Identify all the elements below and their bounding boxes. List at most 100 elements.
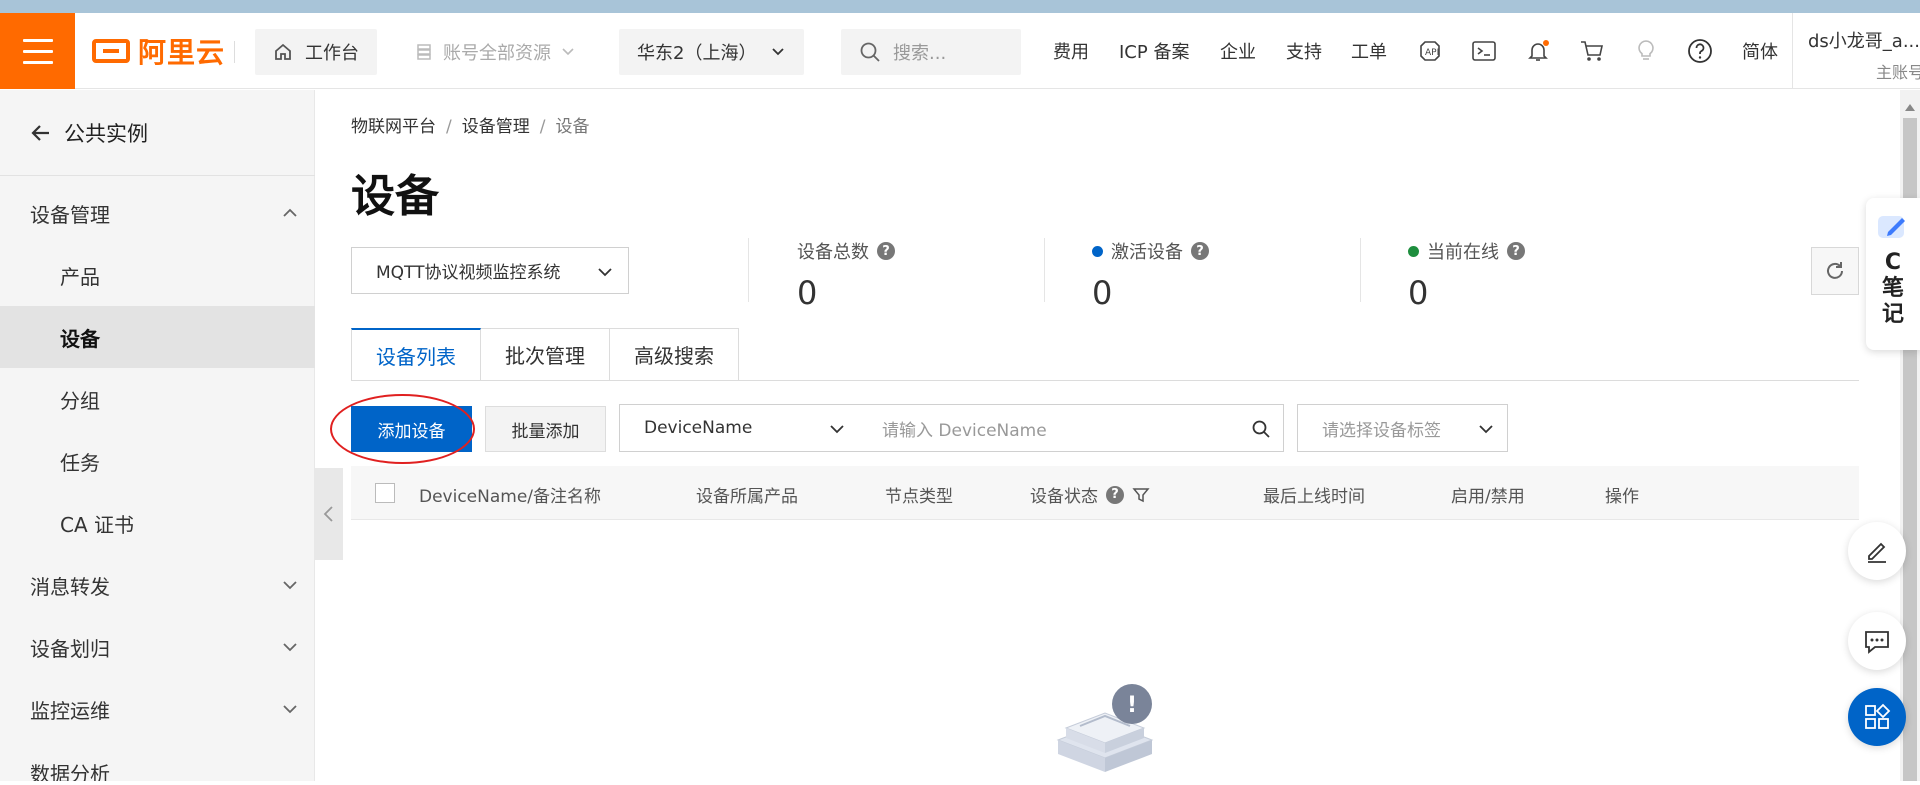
sidebar-item-device[interactable]: 设备: [0, 306, 315, 368]
brand-name: 阿里云: [138, 36, 226, 69]
notes-widget[interactable]: C 笔 记: [1866, 198, 1920, 350]
column-header-node-type: 节点类型: [885, 487, 953, 507]
refresh-icon: [1827, 262, 1843, 279]
sidebar-item-group[interactable]: 分组: [0, 368, 315, 430]
divider: [1792, 13, 1793, 89]
region-label: 华东2（上海）: [637, 43, 757, 64]
sidebar-item-label: 产品: [60, 264, 100, 289]
device-search-input[interactable]: 请输入 DeviceName: [858, 404, 1284, 452]
divider: [748, 238, 749, 302]
sidebar-item-product[interactable]: 产品: [0, 244, 315, 306]
select-all-checkbox[interactable]: [375, 483, 395, 503]
chevron-down-icon: [283, 643, 297, 652]
sidebar-item-ca-cert[interactable]: CA 证书: [0, 492, 315, 554]
chevron-left-icon: [323, 506, 333, 522]
stat-label: 激活设备: [1111, 242, 1183, 263]
help-tooltip-icon[interactable]: ?: [1106, 485, 1124, 504]
chat-floating-button[interactable]: [1848, 612, 1906, 670]
sidebar-group-device-assignment[interactable]: 设备划归: [0, 616, 315, 678]
search-icon[interactable]: [1251, 419, 1271, 439]
workbench-label: 工作台: [305, 43, 359, 64]
sidebar-group-label: 监控运维: [30, 698, 110, 723]
filter-icon[interactable]: [1132, 486, 1150, 504]
region-select[interactable]: 华东2（上海）: [619, 29, 804, 75]
language-switch[interactable]: 简体: [1742, 38, 1778, 64]
tabs: 设备列表 批次管理 高级搜索: [351, 328, 739, 381]
top-header: 阿里云 工作台 账号全部资源 华东2（上海） 搜索... 费用 ICP 备案 企…: [0, 13, 1920, 89]
notes-widget-text: 记: [1881, 302, 1904, 327]
edit-pen-icon: [1868, 542, 1886, 563]
breadcrumb-separator: /: [446, 117, 452, 137]
menu-bar-icon: [22, 49, 53, 53]
sidebar-collapse-toggle[interactable]: [315, 468, 343, 560]
add-device-button[interactable]: 添加设备: [351, 406, 472, 452]
apps-floating-button[interactable]: [1848, 688, 1906, 746]
sidebar-group-label: 消息转发: [30, 574, 110, 599]
stat-label: 当前在线: [1427, 242, 1499, 263]
breadcrumb-separator: /: [539, 117, 546, 137]
column-header-actions: 操作: [1605, 487, 1639, 507]
back-to-public-instance[interactable]: 公共实例: [0, 90, 315, 176]
sidebar-group-device-management[interactable]: 设备管理: [0, 182, 315, 244]
product-select[interactable]: MQTT协议视频监控系统: [351, 247, 629, 294]
chevron-down-icon: [830, 425, 844, 434]
nav-enterprise[interactable]: 企业: [1220, 38, 1256, 64]
column-header-devicename: DeviceName/备注名称: [419, 487, 602, 507]
device-tag-select[interactable]: 请选择设备标签: [1297, 404, 1508, 452]
stat-value: 0: [1408, 274, 1429, 312]
stat-online-devices: 当前在线? 0: [1408, 238, 1525, 312]
sidebar: 公共实例 设备管理 产品 设备 分组 任务 CA 证书 消息转发 设备划归 监控…: [0, 90, 315, 781]
stat-value: 0: [797, 274, 818, 312]
sidebar-group-label: 设备划归: [30, 636, 110, 661]
shopping-cart-icon[interactable]: [1577, 36, 1607, 66]
note-pen-icon: [1878, 216, 1905, 238]
help-icon[interactable]: [1685, 36, 1715, 66]
tab-batch-management[interactable]: 批次管理: [481, 328, 610, 381]
lightbulb-icon[interactable]: [1631, 36, 1661, 66]
notification-bell-icon[interactable]: [1523, 36, 1553, 66]
workbench-button[interactable]: 工作台: [255, 29, 377, 75]
search-type-select[interactable]: DeviceName: [619, 404, 859, 452]
hamburger-menu-button[interactable]: [0, 13, 75, 89]
column-header-label: 设备状态: [1030, 487, 1098, 507]
help-tooltip-icon[interactable]: ?: [1191, 242, 1209, 260]
tag-select-placeholder: 请选择设备标签: [1322, 420, 1441, 441]
api-icon[interactable]: API: [1415, 36, 1445, 66]
terminal-icon[interactable]: [1469, 36, 1499, 66]
search-input-placeholder: 请输入 DeviceName: [882, 420, 1047, 441]
edit-floating-button[interactable]: [1848, 522, 1906, 580]
refresh-button[interactable]: [1811, 247, 1859, 295]
user-name: ds小龙哥_a...: [1808, 31, 1920, 52]
column-header-last-online: 最后上线时间: [1263, 487, 1365, 507]
divider: [1044, 238, 1045, 302]
chevron-down-icon: [562, 48, 574, 56]
sidebar-group-data-analysis[interactable]: 数据分析: [0, 740, 315, 781]
aliyun-logo[interactable]: 阿里云: [92, 35, 225, 69]
sidebar-item-task[interactable]: 任务: [0, 430, 315, 492]
global-search-input[interactable]: 搜索...: [841, 29, 1021, 75]
tab-device-list[interactable]: 设备列表: [351, 328, 481, 381]
breadcrumb-iot-platform[interactable]: 物联网平台: [351, 117, 436, 137]
tab-underline: [351, 380, 1859, 381]
nav-support[interactable]: 支持: [1286, 38, 1322, 64]
help-tooltip-icon[interactable]: ?: [1507, 242, 1525, 260]
nav-icp[interactable]: ICP 备案: [1119, 38, 1189, 64]
batch-add-button[interactable]: 批量添加: [485, 406, 606, 452]
aliyun-logo-icon: [92, 39, 130, 63]
nav-fees[interactable]: 费用: [1053, 38, 1089, 64]
help-tooltip-icon[interactable]: ?: [877, 242, 895, 260]
tab-advanced-search[interactable]: 高级搜索: [610, 328, 739, 381]
stat-label: 设备总数: [797, 242, 869, 263]
user-account-menu[interactable]: ds小龙哥_a... 主账号: [1808, 27, 1920, 83]
table-header: DeviceName/备注名称 设备所属产品 节点类型 设备状态 ? 最后上线时…: [351, 466, 1859, 520]
stat-value: 0: [1092, 274, 1113, 312]
sidebar-group-message-forwarding[interactable]: 消息转发: [0, 554, 315, 616]
column-header-product: 设备所属产品: [696, 487, 798, 507]
sidebar-group-monitoring[interactable]: 监控运维: [0, 678, 315, 740]
scroll-up-arrow-icon[interactable]: [1903, 98, 1917, 111]
breadcrumb-device-management[interactable]: 设备管理: [462, 117, 530, 137]
resource-group-select[interactable]: 账号全部资源: [403, 29, 589, 75]
column-header-status: 设备状态 ?: [1030, 482, 1150, 507]
nav-ticket[interactable]: 工单: [1351, 38, 1387, 64]
divider: [234, 41, 235, 63]
